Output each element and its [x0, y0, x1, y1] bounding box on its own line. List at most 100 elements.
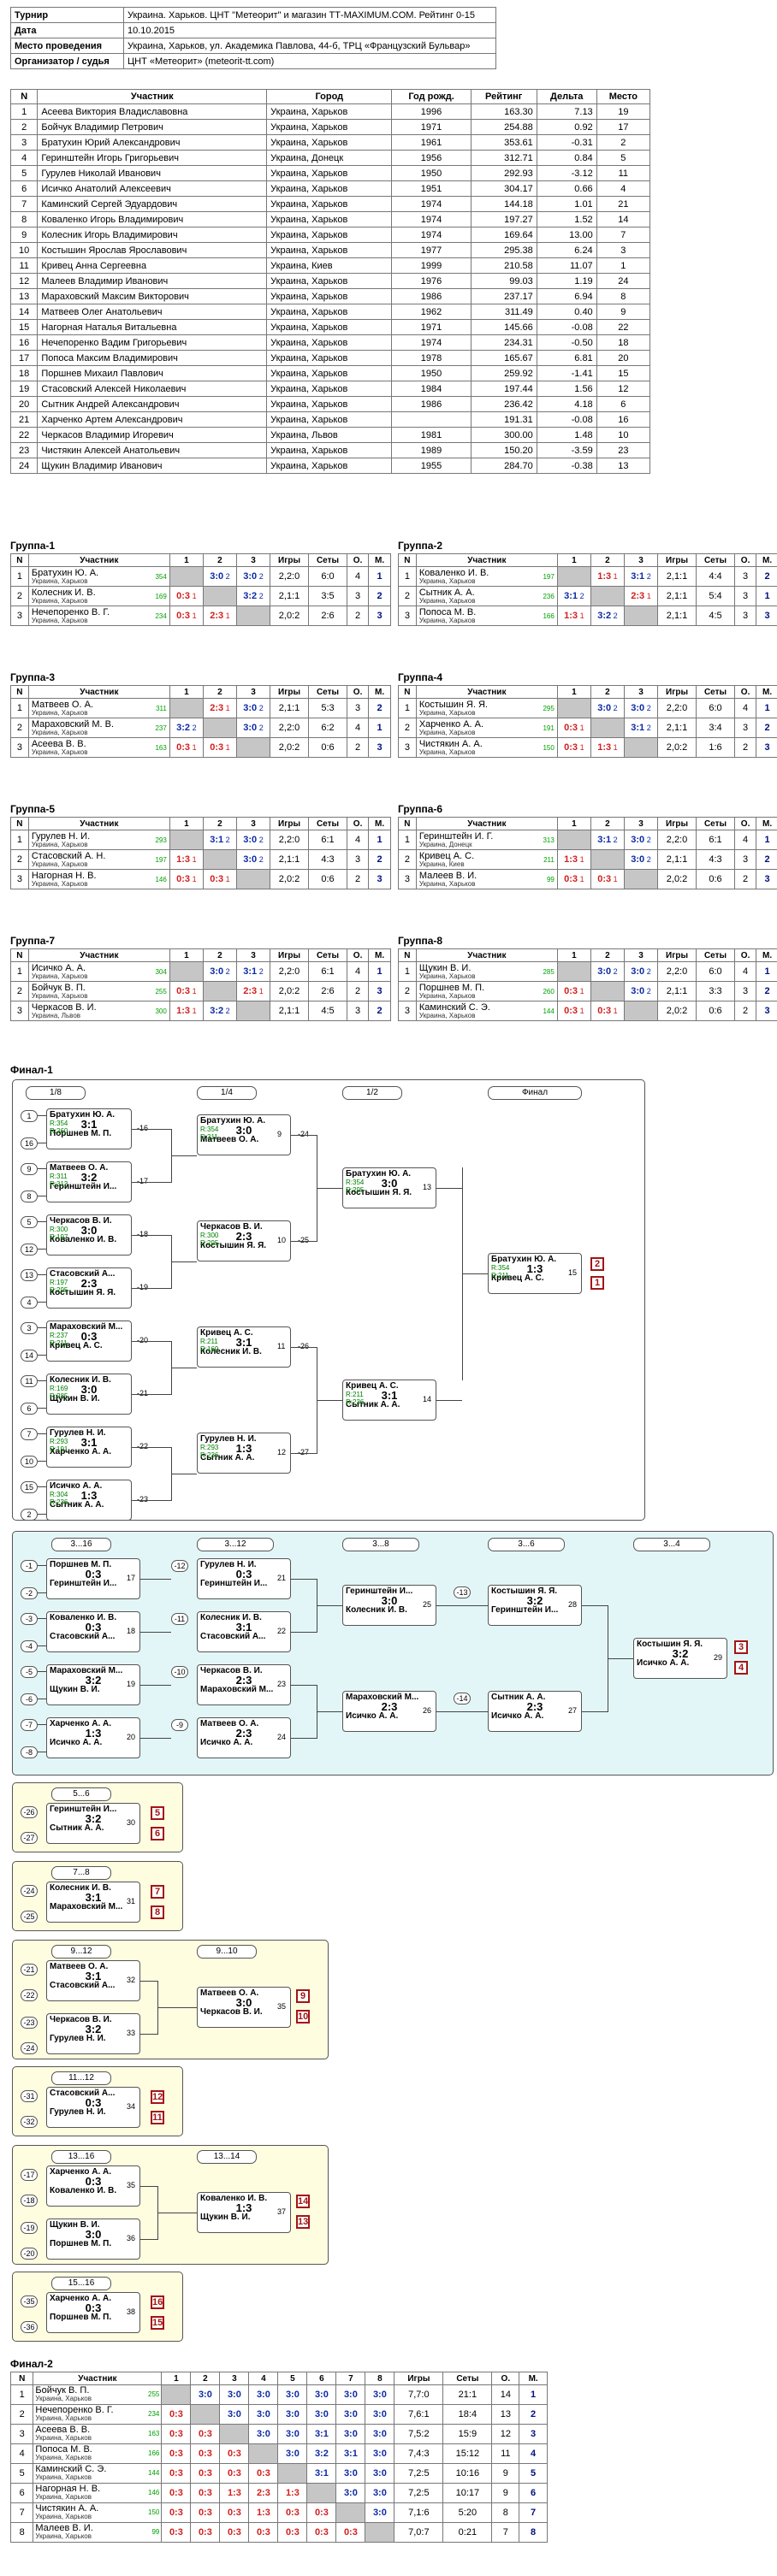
match-player-b: Поршнев М. П. [50, 2313, 112, 2322]
match-number: 12 [277, 1448, 287, 1456]
seed-number: -10 [171, 1666, 188, 1678]
participant-name: Чистякин А. А. [35, 2503, 99, 2514]
score-cell: 0:3 [190, 2443, 221, 2464]
match-points: 2 [190, 724, 197, 732]
match-points: 1 [190, 855, 197, 864]
player-cell: Украина, Донецк [266, 150, 393, 166]
group-header-cell: О. [347, 553, 370, 567]
group-header-cell: 1 [556, 685, 591, 699]
match-score: 1:3 [227, 2488, 241, 2498]
bracket-line [582, 1711, 608, 1712]
match-number: -20 [137, 1336, 149, 1344]
score-cell: 0:3 1 [556, 737, 591, 758]
player-cell: 11 [9, 257, 39, 274]
player-cell: 1974 [391, 211, 472, 227]
match-score: 0:3 [176, 611, 191, 621]
player-cell: 1950 [391, 165, 472, 181]
player-cell: Украина, Харьков [266, 134, 393, 151]
seed-number: -27 [21, 1832, 38, 1844]
participant-city: Украина, Львов [31, 1011, 81, 1019]
participant-name: Исичко А. А. [31, 962, 86, 973]
final2-row: 2 234 Нечепоренко В. Г. Украина, Харьков 0:3… [9, 2404, 548, 2425]
match-number: 21 [277, 1574, 287, 1582]
group-header-cell: О. [734, 948, 757, 962]
participant-city: Украина, Киев [418, 860, 465, 868]
rating-a: R:311 [50, 1173, 68, 1180]
final2-row: 6 146 Нагорная Н. В. Украина, Харьков 0:3 0:3… [9, 2483, 548, 2503]
match-number: 31 [127, 1897, 136, 1905]
group-header-cell: Участник [27, 685, 170, 699]
score-cell: 0:3 [306, 2502, 337, 2523]
match-points: 1 [611, 1007, 618, 1015]
match-score: 3:0 [210, 966, 224, 977]
participant-name: Коваленко И. В. [418, 567, 489, 578]
info-row: Организатор / судья ЦНТ «Метеорит» (meteo… [10, 53, 496, 69]
participant-cell: 285 Щукин В. И. Украина, Харьков [415, 961, 558, 982]
final2-header-cell: Игры [394, 2372, 444, 2385]
player-row: 7 Каминский Сергей Эдуардович Украина, Хар… [9, 196, 651, 212]
seed-number: -26 [21, 1806, 38, 1818]
final2-title: Финал-2 [10, 2358, 53, 2370]
match-result: 3:1 [85, 1891, 102, 1904]
rating-value: 146 [148, 2489, 160, 2496]
group-header-cell: 1 [556, 948, 591, 962]
player-cell: Исичко Анатолий Алексеевич [37, 180, 268, 197]
group-header-cell: 2 [202, 817, 237, 830]
group-header-cell: Игры [270, 553, 309, 567]
group-header-cell: М. [368, 948, 391, 962]
player-cell: 292.93 [470, 165, 537, 181]
bracket-line [140, 1738, 163, 1739]
group-row: 1 285 Щукин В. И. Украина, Харьков 3:0 2 3:0 … [398, 961, 777, 982]
seed-number: -3 [21, 1613, 38, 1625]
points-cell: 4 [347, 961, 370, 982]
bracket-line [38, 1592, 46, 1593]
group-row-number: 1 [398, 698, 417, 718]
match-score: 1:3 [564, 854, 578, 865]
match-score: 0:3 [564, 742, 578, 753]
bracket-line [140, 2186, 157, 2187]
seed-number: -32 [21, 2116, 38, 2128]
bracket-line [38, 1249, 46, 1250]
group-table: N Участник 1 2 3 Игры Сеты О. М. 1 295 Костышин Я. … [398, 685, 777, 758]
player-cell: Украина, Харьков [266, 273, 393, 289]
match-score: 0:3 [198, 2429, 212, 2439]
round-header: 1/4 [197, 1086, 257, 1100]
bracket-line [38, 1221, 46, 1222]
seed-number: 1 [21, 1110, 38, 1122]
match-ratings: R:211 R:169 [200, 1338, 218, 1353]
score-cell [161, 2384, 192, 2405]
player-cell: 14 [596, 211, 651, 227]
bracket-line [38, 1645, 46, 1646]
player-cell: 145.66 [470, 319, 537, 335]
match-points: 1 [578, 875, 584, 883]
player-cell: Нагорная Наталья Витальевна [37, 319, 268, 335]
group-header-cell: 3 [235, 553, 271, 567]
player-row: 11 Кривец Анна Сергеевна Украина, Киев 1999… [9, 257, 651, 274]
round-header: 9...10 [197, 1945, 257, 1959]
match-score: 0:3 [564, 1006, 578, 1016]
group-row: 1 304 Исичко А. А. Украина, Харьков 3:0 2 3:1… [10, 961, 391, 982]
seed-number: -14 [454, 1693, 471, 1705]
player-cell: 165.67 [470, 350, 537, 366]
participant-cell: 169 Колесник И. В. Украина, Харьков [27, 586, 170, 606]
match-number: -21 [137, 1389, 149, 1397]
match-score: 2:3 [210, 611, 224, 621]
bracket-line [132, 1235, 171, 1236]
participant-city: Украина, Харьков [418, 991, 476, 1000]
score-cell [169, 566, 204, 587]
rating-b: R:295 [200, 1239, 219, 1247]
match-result: 3:2 [85, 2023, 102, 2035]
group-row-number: 1 [398, 961, 417, 982]
match-points: 1 [190, 743, 197, 752]
group-row: 1 311 Матвеев О. А. Украина, Харьков 2:3 1 3:… [10, 698, 391, 718]
rating-value: 304 [155, 967, 167, 976]
player-cell: Стасовский Алексей Николаевич [37, 381, 268, 397]
seed-number: 6 [21, 1403, 38, 1415]
match-points: 2 [223, 1007, 230, 1015]
player-cell: 169.64 [470, 227, 537, 243]
participant-name: Нечепоренко В. Г. [35, 2405, 114, 2415]
player-cell: -1.41 [536, 365, 597, 381]
participant-name: Нагорная Н. В. [31, 870, 97, 881]
bracket-line [132, 1394, 171, 1395]
group-row-number: 1 [398, 830, 417, 850]
